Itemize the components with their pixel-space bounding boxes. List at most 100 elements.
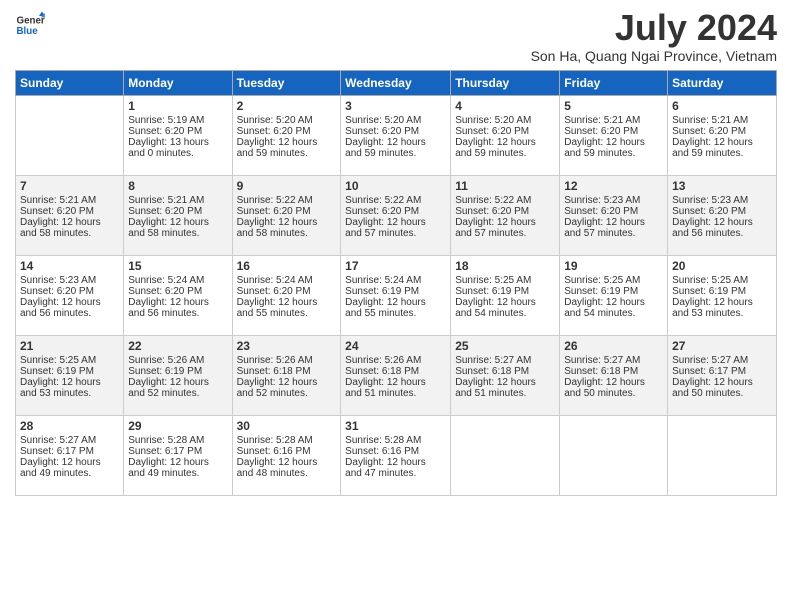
day-info-line: and 56 minutes. [128,308,227,319]
day-info-line: Sunrise: 5:26 AM [345,355,446,366]
header-cell-wednesday: Wednesday [341,71,451,96]
calendar-week-row: 7Sunrise: 5:21 AMSunset: 6:20 PMDaylight… [16,176,777,256]
calendar-cell-empty [451,416,560,496]
day-info-line: Sunrise: 5:27 AM [455,355,555,366]
day-info-line: and 58 minutes. [128,228,227,239]
calendar-cell-day-1: 1Sunrise: 5:19 AMSunset: 6:20 PMDaylight… [124,96,232,176]
logo: General Blue [15,10,45,40]
day-info-line: and 58 minutes. [237,228,337,239]
day-number: 27 [672,339,772,353]
day-number: 19 [564,259,663,273]
day-info-line: and 52 minutes. [237,388,337,399]
day-info-line: Sunrise: 5:21 AM [564,115,663,126]
calendar-cell-day-20: 20Sunrise: 5:25 AMSunset: 6:19 PMDayligh… [668,256,777,336]
day-info-line: Sunrise: 5:20 AM [455,115,555,126]
calendar-cell-day-8: 8Sunrise: 5:21 AMSunset: 6:20 PMDaylight… [124,176,232,256]
day-number: 6 [672,99,772,113]
day-info-line: Sunrise: 5:25 AM [20,355,119,366]
day-number: 11 [455,179,555,193]
day-number: 1 [128,99,227,113]
day-info-line: and 56 minutes. [672,228,772,239]
day-number: 29 [128,419,227,433]
day-info-line: and 47 minutes. [345,468,446,479]
day-info-line: and 56 minutes. [20,308,119,319]
day-number: 13 [672,179,772,193]
day-info-line: Daylight: 12 hours [237,457,337,468]
day-info-line: Sunrise: 5:23 AM [20,275,119,286]
day-info-line: Sunset: 6:18 PM [345,366,446,377]
day-info-line: Sunset: 6:17 PM [128,446,227,457]
calendar-cell-day-9: 9Sunrise: 5:22 AMSunset: 6:20 PMDaylight… [232,176,341,256]
day-number: 30 [237,419,337,433]
day-info-line: Sunrise: 5:26 AM [128,355,227,366]
header-cell-tuesday: Tuesday [232,71,341,96]
day-info-line: Sunrise: 5:27 AM [672,355,772,366]
day-info-line: Daylight: 12 hours [20,217,119,228]
day-info-line: Sunset: 6:20 PM [672,126,772,137]
calendar-cell-day-21: 21Sunrise: 5:25 AMSunset: 6:19 PMDayligh… [16,336,124,416]
svg-text:General: General [17,16,46,27]
header-cell-thursday: Thursday [451,71,560,96]
day-info-line: and 51 minutes. [345,388,446,399]
day-info-line: and 0 minutes. [128,148,227,159]
calendar-cell-day-3: 3Sunrise: 5:20 AMSunset: 6:20 PMDaylight… [341,96,451,176]
calendar-cell-day-10: 10Sunrise: 5:22 AMSunset: 6:20 PMDayligh… [341,176,451,256]
day-info-line: Sunrise: 5:27 AM [564,355,663,366]
calendar-week-row: 14Sunrise: 5:23 AMSunset: 6:20 PMDayligh… [16,256,777,336]
day-info-line: Sunrise: 5:22 AM [455,195,555,206]
calendar-cell-day-22: 22Sunrise: 5:26 AMSunset: 6:19 PMDayligh… [124,336,232,416]
day-info-line: Sunrise: 5:21 AM [128,195,227,206]
day-info-line: Daylight: 12 hours [237,217,337,228]
day-info-line: Sunset: 6:20 PM [20,206,119,217]
day-info-line: and 51 minutes. [455,388,555,399]
day-info-line: Sunrise: 5:22 AM [237,195,337,206]
day-info-line: Sunset: 6:20 PM [237,286,337,297]
header: General Blue July 2024 Son Ha, Quang Nga… [15,10,777,64]
day-info-line: Sunset: 6:20 PM [128,286,227,297]
day-info-line: Sunset: 6:18 PM [564,366,663,377]
day-info-line: and 57 minutes. [455,228,555,239]
day-info-line: and 52 minutes. [128,388,227,399]
day-info-line: Sunrise: 5:28 AM [237,435,337,446]
day-info-line: and 54 minutes. [455,308,555,319]
location-subtitle: Son Ha, Quang Ngai Province, Vietnam [531,48,777,64]
calendar-cell-empty [560,416,668,496]
day-info-line: and 49 minutes. [20,468,119,479]
day-info-line: Sunset: 6:20 PM [455,126,555,137]
day-info-line: Sunset: 6:19 PM [672,286,772,297]
day-info-line: Daylight: 12 hours [455,137,555,148]
day-info-line: Sunrise: 5:28 AM [345,435,446,446]
month-title: July 2024 [531,10,777,46]
calendar-cell-day-31: 31Sunrise: 5:28 AMSunset: 6:16 PMDayligh… [341,416,451,496]
day-info-line: Sunset: 6:19 PM [128,366,227,377]
day-number: 26 [564,339,663,353]
day-info-line: Sunset: 6:16 PM [345,446,446,457]
day-info-line: Daylight: 12 hours [20,457,119,468]
day-number: 10 [345,179,446,193]
header-cell-friday: Friday [560,71,668,96]
day-number: 21 [20,339,119,353]
day-info-line: Daylight: 12 hours [128,297,227,308]
day-number: 17 [345,259,446,273]
day-info-line: Daylight: 12 hours [672,377,772,388]
day-info-line: Daylight: 12 hours [564,377,663,388]
day-info-line: Sunset: 6:17 PM [20,446,119,457]
day-info-line: and 50 minutes. [672,388,772,399]
day-number: 31 [345,419,446,433]
day-number: 9 [237,179,337,193]
calendar-cell-day-14: 14Sunrise: 5:23 AMSunset: 6:20 PMDayligh… [16,256,124,336]
day-info-line: Sunrise: 5:26 AM [237,355,337,366]
day-info-line: Daylight: 12 hours [345,297,446,308]
calendar-header-row: SundayMondayTuesdayWednesdayThursdayFrid… [16,71,777,96]
day-info-line: Sunset: 6:20 PM [345,206,446,217]
calendar-cell-day-23: 23Sunrise: 5:26 AMSunset: 6:18 PMDayligh… [232,336,341,416]
day-number: 2 [237,99,337,113]
day-info-line: Daylight: 12 hours [564,217,663,228]
day-info-line: Daylight: 12 hours [20,297,119,308]
day-number: 16 [237,259,337,273]
day-info-line: Sunrise: 5:24 AM [128,275,227,286]
day-info-line: Daylight: 12 hours [237,377,337,388]
day-info-line: and 53 minutes. [672,308,772,319]
title-block: July 2024 Son Ha, Quang Ngai Province, V… [531,10,777,64]
day-info-line: and 53 minutes. [20,388,119,399]
